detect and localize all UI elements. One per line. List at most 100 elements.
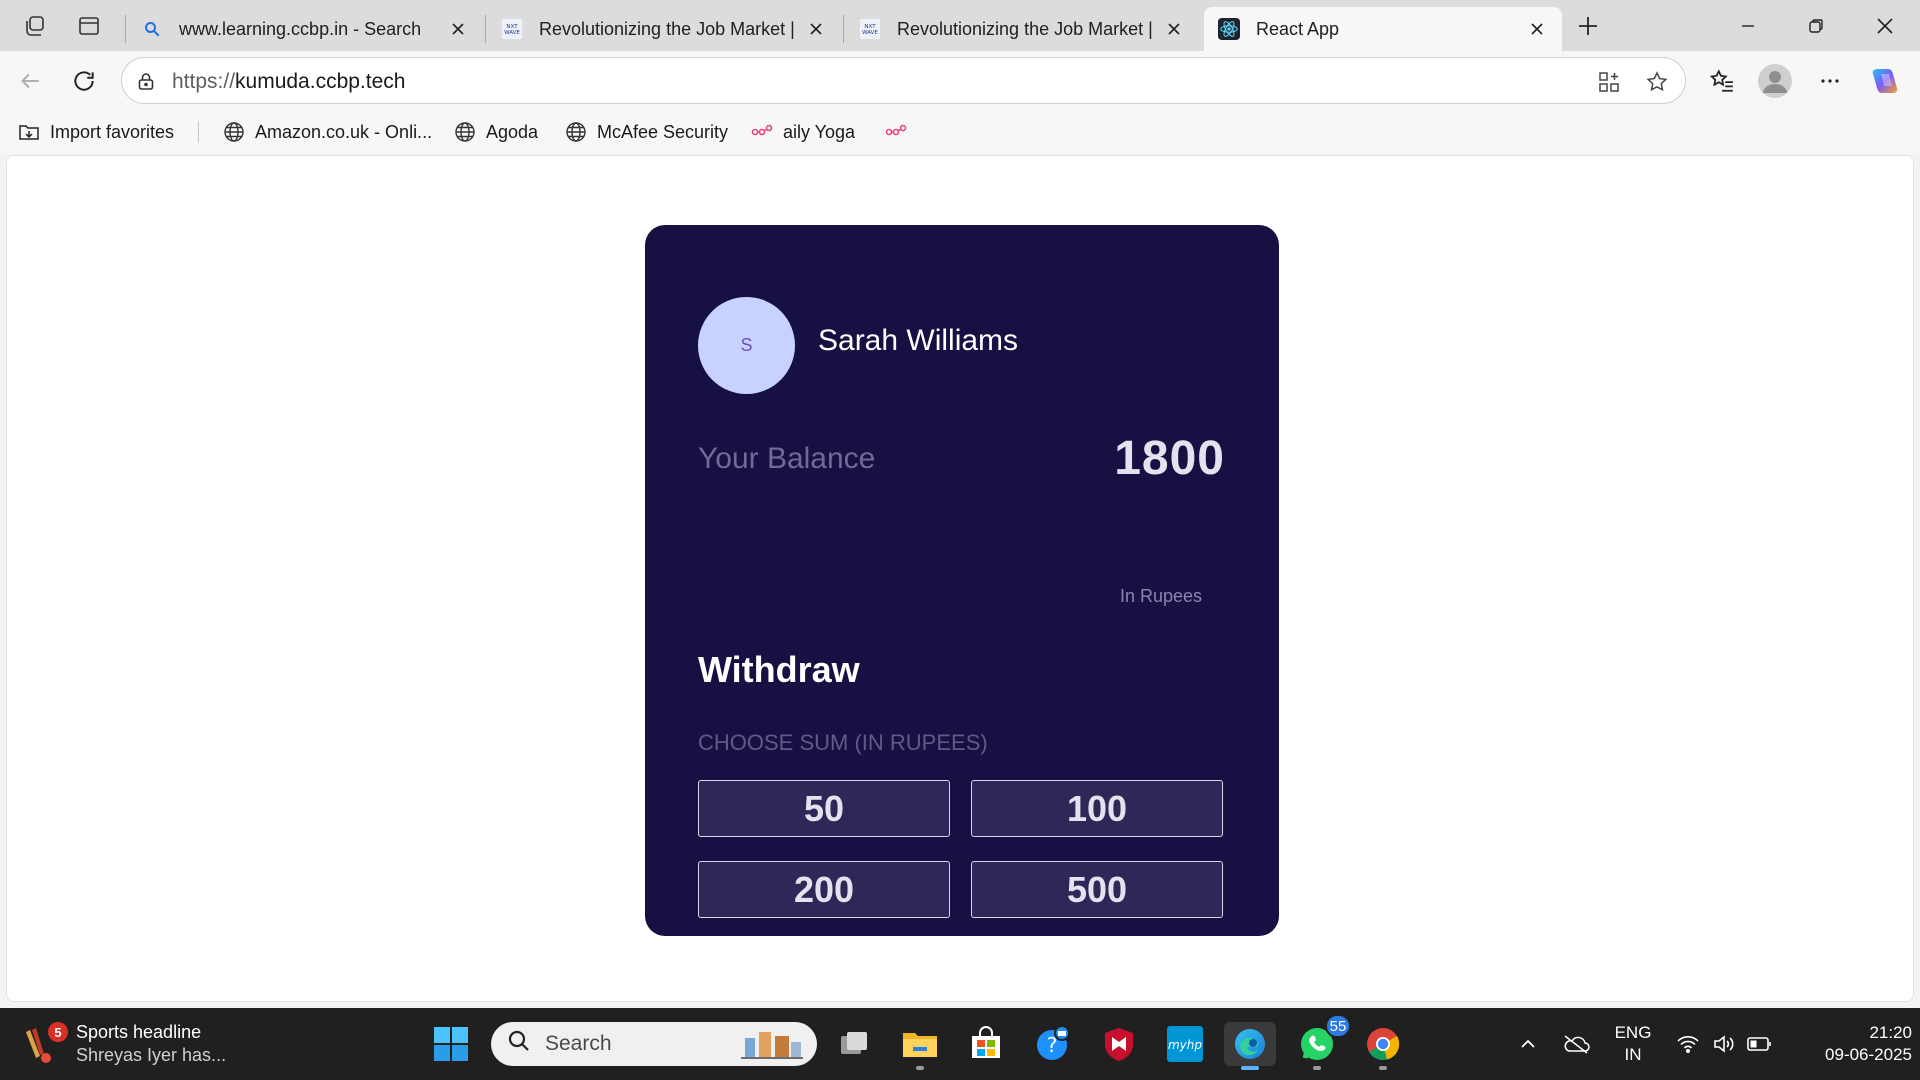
clock-time: 21:20 — [1869, 1023, 1912, 1042]
user-avatar: S — [698, 297, 795, 394]
workspaces-icon[interactable] — [18, 9, 52, 43]
reload-icon[interactable] — [66, 63, 102, 99]
tab-nxtwave-1[interactable]: NXT WAVE Revolutionizing the Job Market |… — [487, 7, 841, 51]
page-viewport: S Sarah Williams Your Balance 1800 In Ru… — [6, 155, 1914, 1002]
globe-icon — [563, 119, 589, 145]
favorites-icon[interactable] — [1704, 63, 1740, 99]
search-icon — [141, 18, 163, 40]
profile-avatar[interactable] — [1757, 63, 1793, 99]
search-highlight-icon — [737, 1026, 807, 1068]
mcafee-icon[interactable] — [1097, 1022, 1141, 1066]
withdraw-100-button[interactable]: 100 — [971, 780, 1223, 837]
bookmark-agoda[interactable]: Agoda — [452, 119, 538, 145]
news-subtitle: Shreyas Iyer has... — [76, 1045, 227, 1065]
url-text[interactable]: https://kumuda.ccbp.tech — [172, 70, 405, 94]
tab-title: React App — [1256, 18, 1340, 39]
bookmark-daily-yoga[interactable]: aily Yoga — [749, 119, 855, 145]
volume-icon[interactable] — [1709, 1008, 1739, 1080]
news-widget[interactable]: 5 Sports headline Shreyas Iyer has... — [22, 1014, 226, 1074]
minimize-button[interactable] — [1720, 0, 1776, 51]
app-available-icon[interactable] — [1595, 68, 1623, 96]
tab-search[interactable]: www.learning.ccbp.in - Search — [127, 7, 483, 51]
tab-title: Revolutionizing the Job Market | NxtWave — [539, 18, 797, 39]
bookmark-label: McAfee Security — [597, 121, 729, 142]
bookmark-label: Amazon.co.uk - Onli... — [255, 121, 433, 142]
back-arrow-icon[interactable] — [12, 63, 48, 99]
balance-label: Your Balance — [698, 442, 876, 475]
bookmark-label: Agoda — [486, 121, 539, 142]
more-options-icon[interactable] — [1812, 63, 1848, 99]
close-icon[interactable] — [447, 18, 469, 40]
favorites-bar: Import favorites Amazon.co.uk - Onli... … — [0, 111, 1920, 154]
bookmarks-divider — [198, 121, 199, 143]
tab-title: Revolutionizing the Job Market | NxtWave — [897, 18, 1155, 39]
onedrive-icon[interactable] — [1560, 1008, 1592, 1080]
nxtwave-icon: NXT WAVE — [501, 18, 523, 40]
close-window-button[interactable] — [1857, 0, 1913, 51]
search-placeholder: Search — [545, 1032, 612, 1055]
tab-nxtwave-2[interactable]: NXT WAVE Revolutionizing the Job Market |… — [845, 7, 1199, 51]
task-view-icon[interactable] — [832, 1022, 876, 1066]
wifi-icon[interactable] — [1673, 1008, 1703, 1080]
close-icon[interactable] — [1526, 18, 1548, 40]
svg-text:WAVE: WAVE — [862, 30, 878, 36]
vertical-tabs-icon[interactable] — [72, 9, 106, 43]
cricket-icon: 5 — [22, 1022, 68, 1066]
bookmark-label: Import favorites — [50, 121, 175, 142]
whatsapp-badge: 55 — [1325, 1014, 1351, 1038]
language-indicator[interactable]: ENG IN — [1611, 1022, 1655, 1066]
bookmark-label: aily Yoga — [783, 121, 856, 142]
restore-button[interactable] — [1788, 0, 1844, 51]
chrome-icon[interactable] — [1361, 1022, 1405, 1070]
start-button[interactable] — [429, 1022, 473, 1066]
user-name: Sarah Williams — [818, 324, 1019, 357]
withdraw-500-button[interactable]: 500 — [971, 861, 1223, 918]
globe-icon — [221, 119, 247, 145]
balance-amount: 1800 — [1114, 432, 1225, 485]
windows-taskbar: 5 Sports headline Shreyas Iyer has... Se… — [0, 1008, 1920, 1080]
star-icon[interactable] — [1643, 68, 1671, 96]
bookmark-amazon[interactable]: Amazon.co.uk - Onli... — [221, 119, 432, 145]
microsoft-store-icon[interactable] — [964, 1022, 1008, 1066]
system-clock[interactable]: 21:20 09-06-2025 — [1788, 1022, 1912, 1066]
search-icon — [507, 1029, 531, 1059]
svg-text:WAVE: WAVE — [504, 30, 520, 36]
svg-text:myhp: myhp — [1168, 1038, 1202, 1052]
bookmark-import-favorites[interactable]: Import favorites — [16, 119, 174, 145]
new-tab-button[interactable] — [1571, 9, 1605, 43]
browser-toolbar: https://kumuda.ccbp.tech — [0, 51, 1920, 111]
link-icon — [749, 119, 775, 145]
atm-card: S Sarah Williams Your Balance 1800 In Ru… — [645, 225, 1279, 936]
copilot-icon[interactable] — [1867, 63, 1903, 99]
link-icon — [883, 119, 909, 145]
nxtwave-icon: NXT WAVE — [859, 18, 881, 40]
myhp-icon[interactable]: myhp — [1163, 1022, 1207, 1066]
support-app-icon[interactable]: ? — [1031, 1022, 1075, 1066]
withdraw-heading: Withdraw — [698, 649, 860, 690]
clock-date: 09-06-2025 — [1825, 1045, 1912, 1064]
tab-react-app[interactable]: React App — [1204, 7, 1562, 51]
battery-icon[interactable] — [1745, 1008, 1775, 1080]
close-icon[interactable] — [805, 18, 827, 40]
tab-title: www.learning.ccbp.in - Search — [179, 18, 422, 39]
file-explorer-icon[interactable] — [898, 1022, 942, 1070]
choose-sum-label: CHOOSE SUM (IN RUPEES) — [698, 730, 988, 755]
whatsapp-icon[interactable]: 55 — [1295, 1014, 1351, 1070]
bookmark-unnamed[interactable] — [883, 119, 917, 145]
news-badge: 5 — [48, 1022, 68, 1042]
balance-unit: In Rupees — [1120, 586, 1203, 606]
withdraw-50-button[interactable]: 50 — [698, 780, 950, 837]
edge-icon[interactable] — [1224, 1022, 1276, 1070]
import-icon — [16, 119, 42, 145]
lock-icon[interactable] — [134, 69, 158, 93]
react-icon — [1218, 18, 1240, 40]
bookmark-mcafee[interactable]: McAfee Security — [563, 119, 728, 145]
withdraw-200-button[interactable]: 200 — [698, 861, 950, 918]
taskbar-search[interactable]: Search — [491, 1022, 817, 1066]
news-title: Sports headline — [76, 1022, 202, 1042]
chevron-up-icon[interactable] — [1514, 1008, 1542, 1080]
browser-tab-strip: www.learning.ccbp.in - Search NXT WAVE Re… — [0, 0, 1920, 51]
globe-icon — [452, 119, 478, 145]
close-icon[interactable] — [1163, 18, 1185, 40]
address-bar[interactable]: https://kumuda.ccbp.tech — [121, 57, 1686, 104]
